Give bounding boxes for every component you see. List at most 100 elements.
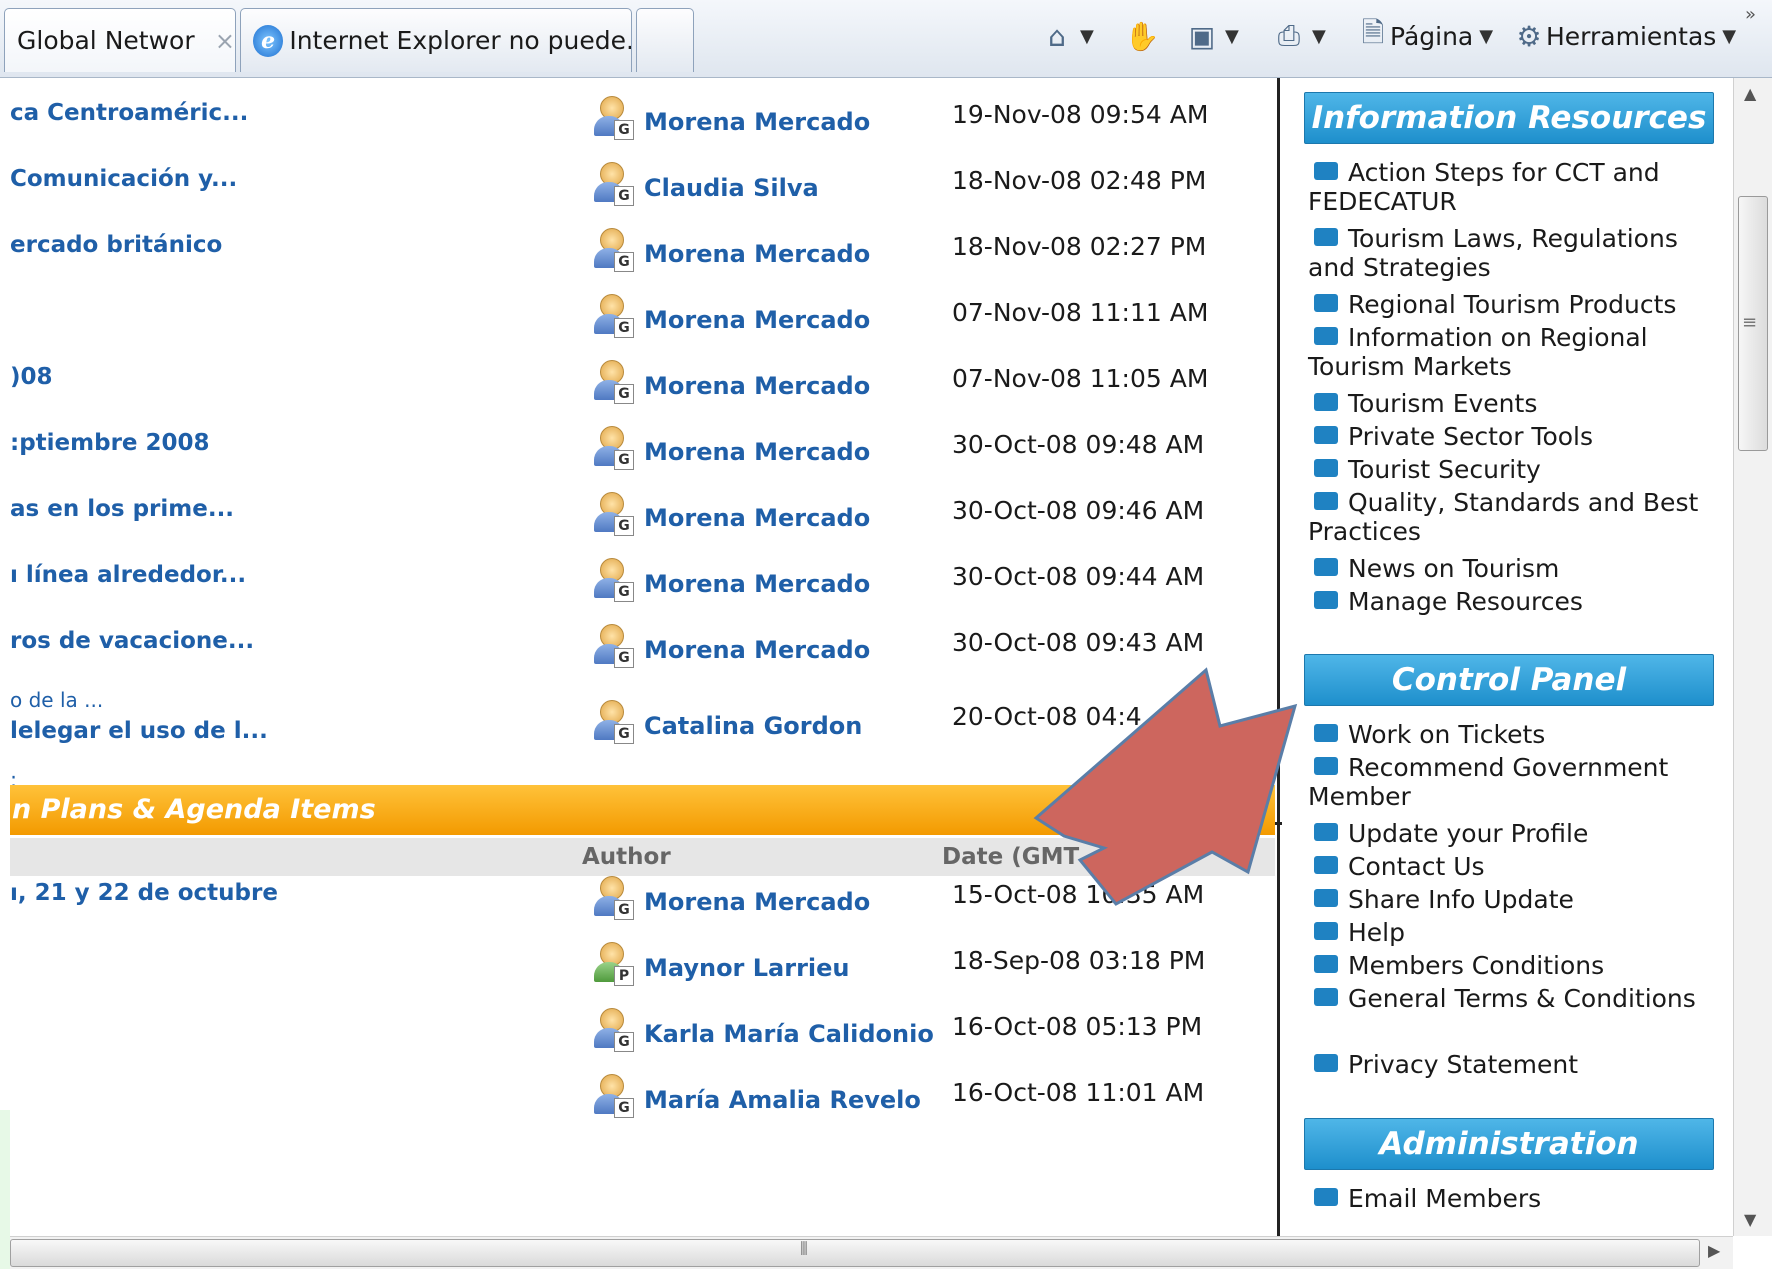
tools-menu-label: Herramientas [1546, 21, 1717, 51]
horizontal-scrollbar[interactable]: ⦀ ▶ [10, 1236, 1733, 1269]
author-link[interactable]: Morena Mercado [644, 636, 870, 664]
sidebar-item-contact-us[interactable]: Contact Us [1308, 852, 1708, 881]
tab-label: Global Network S... [17, 26, 195, 55]
page-menu-button[interactable]: 🗎 Página ▼ [1356, 14, 1493, 58]
sidebar-item-email-members[interactable]: Email Members [1308, 1184, 1708, 1213]
chevron-down-icon: ▼ [1479, 25, 1494, 47]
scroll-down-icon[interactable]: ▼ [1744, 1210, 1756, 1229]
user-avatar-icon: G [592, 162, 634, 206]
user-avatar-icon: G [592, 1008, 634, 1052]
tab-label: Internet Explorer no puede... [289, 26, 631, 55]
sidebar-item-regional-products[interactable]: Regional Tourism Products [1308, 290, 1708, 319]
bullet-icon [1314, 823, 1338, 841]
sidebar-item-tourist-security[interactable]: Tourist Security [1308, 455, 1708, 484]
author-link[interactable]: Morena Mercado [644, 108, 870, 136]
home-button[interactable]: ⌂ ▼ [1040, 14, 1094, 58]
item-title-link[interactable]: ı, 21 y 22 de octubre [10, 880, 278, 906]
author-link[interactable]: Catalina Gordon [644, 712, 862, 740]
author-link[interactable]: Maynor Larrieu [644, 954, 850, 982]
item-title-link[interactable]: ı línea alrededor... [10, 562, 246, 588]
item-title-link[interactable]: ros de vacacione... [10, 628, 254, 654]
item-date: 30-Oct-08 09:44 AM [952, 562, 1205, 591]
annotation-arrow-icon [1033, 667, 1298, 906]
sidebar-item-label: Update your Profile [1348, 819, 1589, 848]
tab-global-network[interactable]: Global Network S... × [4, 8, 236, 72]
user-avatar-icon: G [592, 228, 634, 272]
research-button[interactable]: ✋ [1125, 14, 1160, 58]
user-avatar-icon: G [592, 558, 634, 602]
sidebar-item-news-on-tourism[interactable]: News on Tourism [1308, 554, 1708, 583]
control-panel-header: Control Panel [1304, 654, 1714, 706]
tab-internet-explorer[interactable]: e Internet Explorer no puede... [240, 8, 632, 72]
bullet-icon [1314, 327, 1338, 345]
table-row: G Morena Mercado 07-Nov-08 11:11 AM [10, 284, 1280, 350]
item-title-link[interactable]: lelegar el uso de l... [10, 718, 268, 744]
feeds-button[interactable]: ▣ ▼ [1185, 14, 1239, 58]
toolbar-overflow-icon[interactable]: » [1745, 4, 1756, 25]
item-author: G Morena Mercado [592, 624, 870, 668]
author-link[interactable]: Morena Mercado [644, 570, 870, 598]
author-link[interactable]: Morena Mercado [644, 504, 870, 532]
vertical-scrollbar[interactable]: ▲ ≡ ▼ [1733, 78, 1772, 1236]
sidebar-item-help[interactable]: Help [1308, 918, 1708, 947]
information-resources-header: Information Resources [1304, 92, 1714, 144]
sidebar-header-title: Information Resources [1311, 100, 1707, 136]
bullet-icon [1314, 393, 1338, 411]
scroll-up-icon[interactable]: ▲ [1744, 84, 1756, 103]
print-button[interactable]: ⎙ ▼ [1272, 14, 1326, 58]
item-author: G Morena Mercado [592, 294, 870, 338]
table-row: ercado británico G Morena Mercado 18-Nov… [10, 218, 1280, 284]
new-tab-button[interactable] [636, 8, 694, 72]
sidebar: Information Resources Action Steps for C… [1300, 78, 1720, 1236]
bullet-icon [1314, 724, 1338, 742]
table-row: as en los prime... G Morena Mercado 30-O… [10, 482, 1280, 548]
sidebar-item-label: Privacy Statement [1348, 1050, 1579, 1079]
author-link[interactable]: Claudia Silva [644, 174, 819, 202]
table-row: G Karla María Calidonio 16-Oct-08 05:13 … [10, 998, 1280, 1064]
bullet-icon [1314, 426, 1338, 444]
sidebar-item-quality-standards[interactable]: Quality, Standards and Best Practices [1308, 488, 1708, 546]
tools-menu-button[interactable]: ⚙ Herramientas ▼ [1512, 14, 1736, 58]
sidebar-item-label: Help [1348, 918, 1405, 947]
sidebar-item-work-on-tickets[interactable]: Work on Tickets [1308, 720, 1708, 749]
item-title-link[interactable]: ercado británico [10, 232, 222, 258]
sidebar-item-tourism-laws[interactable]: Tourism Laws, Regulations and Strategies [1308, 224, 1708, 282]
chevron-down-icon[interactable]: ▼ [1312, 26, 1326, 47]
sidebar-item-label: Tourism Events [1348, 389, 1538, 418]
table-row: ı línea alrededor... G Morena Mercado 30… [10, 548, 1280, 614]
chevron-down-icon[interactable]: ▼ [1080, 26, 1094, 47]
sidebar-item-members-conditions[interactable]: Members Conditions [1308, 951, 1708, 980]
author-link[interactable]: María Amalia Revelo [644, 1086, 921, 1114]
author-link[interactable]: Morena Mercado [644, 240, 870, 268]
author-link[interactable]: Morena Mercado [644, 438, 870, 466]
author-link[interactable]: Morena Mercado [644, 888, 870, 916]
sidebar-item-manage-resources[interactable]: Manage Resources [1308, 587, 1708, 616]
grip-icon: ≡ [1742, 312, 1758, 333]
table-row: G María Amalia Revelo 16-Oct-08 11:01 AM [10, 1064, 1280, 1130]
author-link[interactable]: Morena Mercado [644, 306, 870, 334]
sidebar-item-action-steps[interactable]: Action Steps for CCT and FEDECATUR [1308, 158, 1708, 216]
sidebar-item-tourism-events[interactable]: Tourism Events [1308, 389, 1708, 418]
bullet-icon [1314, 591, 1338, 609]
item-title-link[interactable]: ca Centroaméric... [10, 100, 248, 126]
scroll-thumb[interactable] [10, 1239, 1700, 1267]
close-icon[interactable]: × [215, 27, 235, 55]
item-title-link[interactable]: :ptiembre 2008 [10, 430, 210, 456]
sidebar-item-regional-markets[interactable]: Information on Regional Tourism Markets [1308, 323, 1708, 381]
sidebar-item-privacy-statement[interactable]: Privacy Statement [1308, 1050, 1708, 1079]
user-avatar-icon: P [592, 942, 634, 986]
sidebar-item-update-profile[interactable]: Update your Profile [1308, 819, 1708, 848]
bullet-icon [1314, 922, 1338, 940]
sidebar-item-private-sector-tools[interactable]: Private Sector Tools [1308, 422, 1708, 451]
sidebar-item-recommend-member[interactable]: Recommend Government Member [1308, 753, 1708, 811]
item-title-link[interactable]: as en los prime... [10, 496, 234, 522]
item-title-link[interactable]: )08 [10, 364, 53, 390]
chevron-down-icon[interactable]: ▼ [1225, 26, 1239, 47]
sidebar-item-share-info[interactable]: Share Info Update [1308, 885, 1708, 914]
scroll-right-icon[interactable]: ▶ [1708, 1241, 1720, 1260]
author-link[interactable]: Karla María Calidonio [644, 1020, 934, 1048]
item-title-link[interactable]: Comunicación y... [10, 166, 237, 192]
author-link[interactable]: Morena Mercado [644, 372, 870, 400]
sidebar-item-general-terms[interactable]: General Terms & Conditions [1308, 984, 1708, 1013]
item-date: 18-Nov-08 02:27 PM [952, 232, 1207, 261]
